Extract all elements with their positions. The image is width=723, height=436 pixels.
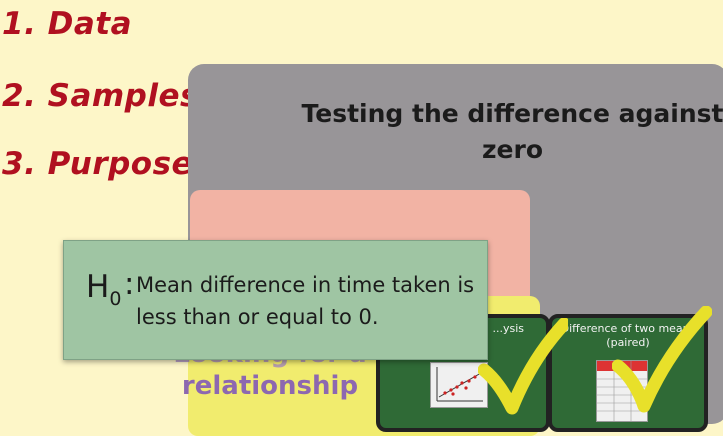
check-icon bbox=[612, 306, 712, 413]
null-hypothesis-text: Mean difference in time taken is less th… bbox=[136, 273, 475, 329]
step-samples: 2. Samples bbox=[2, 78, 199, 114]
step-purpose: 3. Purpose bbox=[2, 146, 194, 182]
null-hypothesis-box: H0 : Mean difference in time taken is le… bbox=[63, 240, 488, 360]
yellow-label-line2: relationship bbox=[181, 371, 359, 401]
grey-panel-title: Testing the difference against zero bbox=[301, 99, 723, 164]
check-icon bbox=[478, 318, 568, 415]
null-hypothesis-symbol: H0 bbox=[86, 269, 122, 310]
null-hypothesis-colon: : bbox=[124, 266, 135, 302]
step-data: 1. Data bbox=[2, 6, 133, 42]
